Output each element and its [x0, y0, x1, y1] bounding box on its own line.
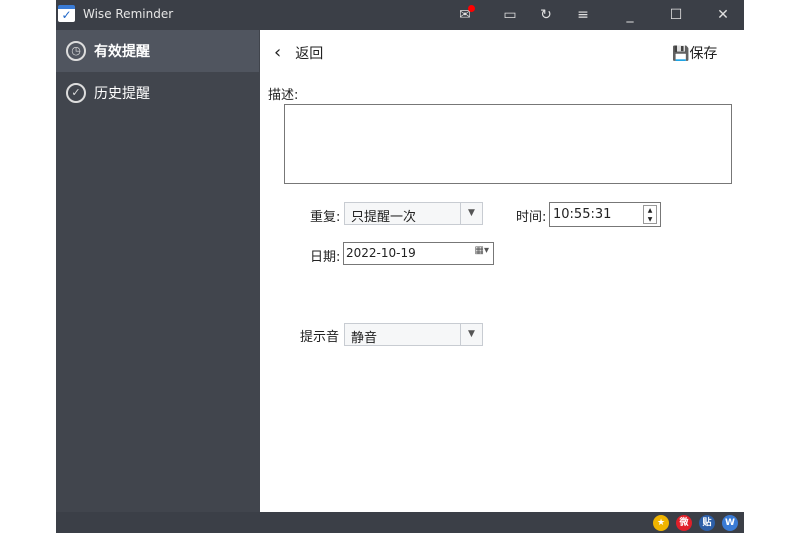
time-value: 10:55:31	[553, 207, 612, 222]
time-input[interactable]: 10:55:31 ▲ ▼	[549, 202, 661, 227]
repeat-value: 只提醒一次	[351, 210, 417, 225]
tieba-icon[interactable]: 贴	[699, 515, 715, 531]
sidebar-item-history-reminders[interactable]: ✓ 历史提醒	[56, 72, 259, 114]
description-label: 描述:	[268, 88, 299, 103]
back-button[interactable]: ‹ 返回	[274, 42, 323, 63]
main-panel: ‹ 返回 💾保存 描述: 重复: 只提醒一次 ▼ 时间: 10:55:31 ▲ ▼ 日…	[260, 30, 744, 512]
star-icon[interactable]: ★	[653, 515, 669, 531]
save-label: 保存	[689, 46, 718, 62]
repeat-label: 重复:	[310, 210, 341, 225]
time-label: 时间:	[516, 210, 547, 225]
bottom-bar: ★ 微 贴 W	[56, 512, 744, 533]
message-icon[interactable]: ▭	[498, 4, 522, 26]
title-bar: ✓ Wise Reminder ✉ ▭ ↻ ≡ _ ☐ ✕	[56, 0, 744, 30]
calendar-icon[interactable]: ▦▾	[475, 245, 489, 256]
close-button[interactable]: ✕	[711, 4, 735, 26]
app-window: ✓ Wise Reminder ✉ ▭ ↻ ≡ _ ☐ ✕ ◷ 有效提醒 ✓ 历…	[56, 0, 744, 533]
date-picker[interactable]: 2022-10-19 ▦▾	[343, 242, 494, 265]
minimize-button[interactable]: _	[618, 4, 642, 26]
back-label: 返回	[295, 46, 324, 62]
chevron-down-icon: ▼	[460, 324, 482, 345]
sound-value: 静音	[351, 331, 378, 346]
menu-icon[interactable]: ≡	[571, 4, 595, 26]
app-title: Wise Reminder	[83, 7, 174, 21]
sidebar-item-label: 有效提醒	[94, 44, 150, 60]
date-value: 2022-10-19	[346, 246, 416, 260]
alarm-clock-icon: ◷	[66, 41, 86, 61]
check-circle-icon: ✓	[66, 83, 86, 103]
chevron-left-icon: ‹	[274, 42, 282, 63]
mail-icon[interactable]: ✉	[453, 4, 477, 26]
date-label: 日期:	[310, 250, 341, 265]
chevron-down-icon: ▼	[460, 203, 482, 224]
description-input[interactable]	[284, 104, 732, 184]
time-stepper[interactable]: ▲ ▼	[643, 205, 657, 224]
save-button[interactable]: 💾保存	[672, 43, 717, 63]
repeat-select[interactable]: 只提醒一次 ▼	[344, 202, 483, 225]
wechat-word-icon[interactable]: W	[722, 515, 738, 531]
refresh-icon[interactable]: ↻	[534, 4, 558, 26]
sound-label: 提示音	[300, 330, 340, 345]
sidebar-item-label: 历史提醒	[94, 86, 150, 102]
maximize-button[interactable]: ☐	[664, 4, 688, 26]
save-icon: 💾	[672, 46, 690, 62]
weibo-icon[interactable]: 微	[676, 515, 692, 531]
app-logo-icon: ✓	[58, 5, 75, 22]
sound-select[interactable]: 静音 ▼	[344, 323, 483, 346]
sidebar-item-active-reminders[interactable]: ◷ 有效提醒	[56, 30, 259, 72]
sidebar: ◷ 有效提醒 ✓ 历史提醒	[56, 30, 259, 512]
notification-dot	[468, 5, 475, 12]
